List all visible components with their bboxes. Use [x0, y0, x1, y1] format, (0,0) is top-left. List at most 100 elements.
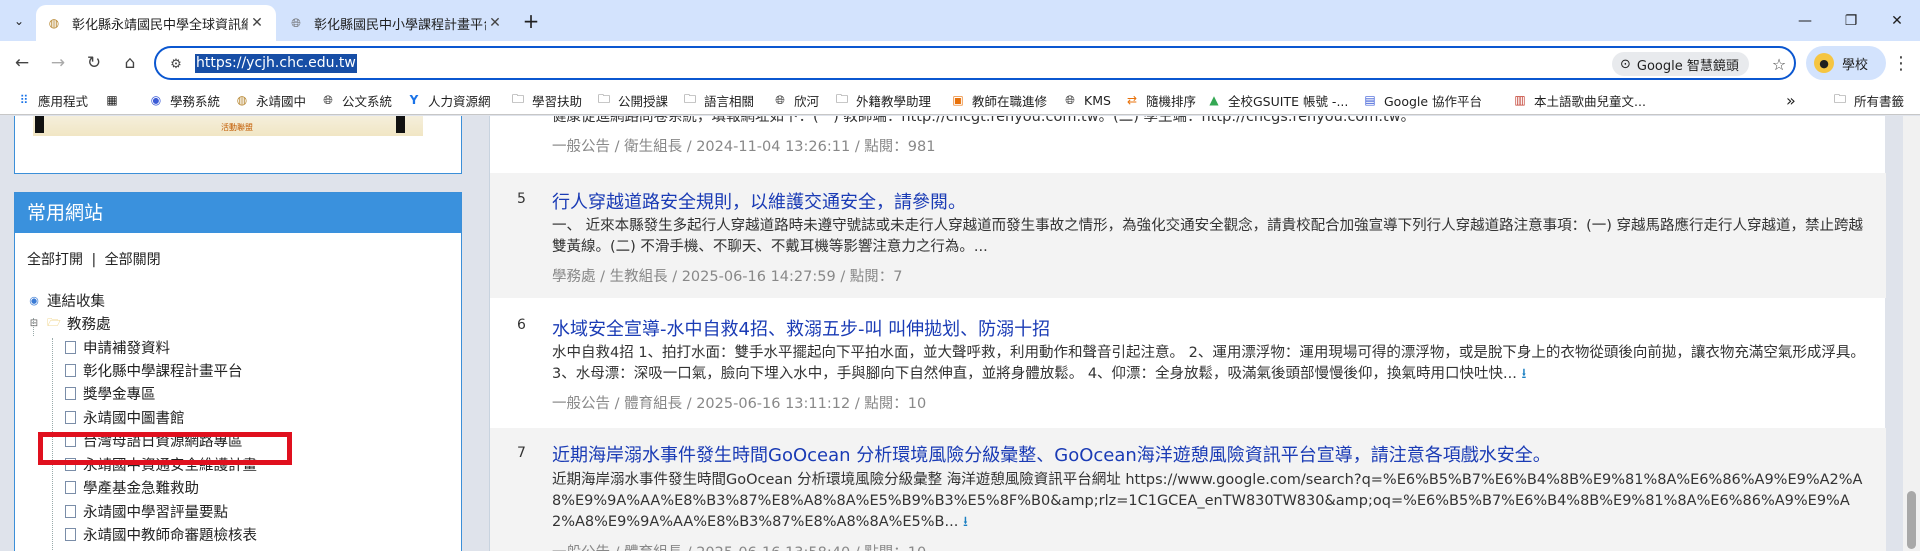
news-title-link[interactable]: 近期海岸溺水事件發生時間GoOcean 分析環境風險分級彙整、GoOcean海洋… [552, 441, 1551, 467]
drive-icon: ▲ [1209, 93, 1219, 107]
minimize-icon: — [1798, 12, 1812, 29]
bookmark-label: 學習扶助 [532, 93, 583, 109]
tab-search-button[interactable]: ⌄ [6, 8, 32, 34]
tab-ycjh[interactable]: ◍ 彰化縣永靖國民中學全球資訊網 ✕ [36, 5, 276, 41]
tree-leaf[interactable]: 永靖國中教師命審題檢核表 [63, 523, 257, 545]
news-number: 6 [517, 317, 526, 333]
news-meta: 一般公告 / 體育組長 / 2025-06-16 13:58:40 / 點閱：1… [552, 541, 926, 551]
browser-menu-button[interactable]: ⋮ [1890, 50, 1912, 76]
page-icon [63, 479, 77, 495]
news-number: 7 [517, 445, 526, 461]
tab-title: 彰化縣國民中小學課程計畫平台 [314, 17, 486, 33]
google-lens-chip[interactable]: ⊙ Google 智慧鏡頭 [1612, 52, 1749, 76]
globe-icon: ◉ [150, 93, 162, 107]
tab-strip: ⌄ ◍ 彰化縣永靖國民中學全球資訊網 ✕ 🌐︎ 彰化縣國民中小學課程計畫平台 ✕… [0, 0, 1920, 41]
bookmark-star-icon[interactable]: ☆ [1768, 53, 1790, 75]
bookmark-apps[interactable]: ⠿ 應用程式 [16, 89, 88, 111]
expand-all-link[interactable]: 全部打開 [27, 252, 83, 268]
google-lens-label: Google 智慧鏡頭 [1636, 58, 1739, 74]
bookmark-item[interactable]: ▣ 教師在職進修 [950, 89, 1047, 111]
tree-node-root[interactable]: ◉ 連結收集 [27, 289, 105, 311]
news-item: 7 近期海岸溺水事件發生時間GoOcean 分析環境風險分級彙整、GoOcean… [490, 428, 1886, 551]
bookmark-grid[interactable]: ▦ [104, 89, 126, 111]
folder-icon: 🗀 [597, 91, 610, 106]
chevron-double-right-icon: » [1786, 90, 1796, 110]
bookmark-item[interactable]: Y 人力資源網 [406, 89, 491, 111]
minimize-button[interactable]: — [1782, 0, 1828, 41]
page-scrollbar[interactable] [1903, 116, 1920, 551]
news-meta: 學務處 / 生教組長 / 2025-06-16 14:27:59 / 點閱：7 [552, 269, 903, 285]
home-button[interactable]: ⌂ [116, 49, 144, 77]
reload-button[interactable]: ↻ [80, 49, 108, 77]
bookmark-label: 永靖國中 [256, 93, 307, 109]
news-title-link[interactable]: 行人穿越道路安全規則，以維護交通安全，請參閱。 [552, 188, 966, 214]
bookmarks-bar: ⠿ 應用程式 ▦ ◉ 學務系統 ◍ 永靖國中 🌐︎ 公文系統 Y 人力資源網 🗀 學習扶助 … [0, 85, 1920, 115]
bookmark-item[interactable]: ▥ 本土語歌曲兒童文... [1512, 89, 1646, 111]
bookmark-label: KMS [1084, 92, 1111, 108]
banner-caption: 活動聯盟 [221, 123, 253, 132]
tree-leaf[interactable]: 獎學金專區 [63, 382, 156, 404]
bookmark-item[interactable]: ◍ 永靖國中 [234, 89, 306, 111]
tree-leaf[interactable]: 彰化縣中學課程計畫平台 [63, 359, 243, 381]
address-bar[interactable]: ⚙︎ https://ycjh.chc.edu.tw ⊙ Google 智慧鏡頭… [154, 46, 1796, 80]
news-summary: 水中自救4招 1、拍打水面：雙手水平擺起向下平拍水面，並大聲呼救，利用動作和聲音… [552, 343, 1870, 385]
arrow-right-icon: → [50, 53, 66, 73]
bookmark-label: 公開授課 [618, 93, 669, 109]
grid-icon: ▦ [106, 93, 118, 107]
bookmark-label: 教師在職進修 [972, 93, 1048, 109]
close-window-button[interactable]: ✕ [1874, 0, 1920, 41]
tree-label: 學產基金急難救助 [83, 480, 199, 497]
page-icon [63, 526, 77, 542]
download-icon[interactable]: ⭳ [1522, 366, 1527, 382]
bookmark-folder[interactable]: 🗀 公開授課 [596, 89, 668, 111]
news-number: 5 [517, 191, 526, 207]
folder-icon: 🗀 [835, 91, 848, 106]
bookmarks-overflow-button[interactable]: » [1786, 89, 1796, 111]
bookmark-item[interactable]: 🌐︎ 欣河 [772, 89, 819, 111]
left-sidebar: 活動聯盟 常用網站 全部打開 | 全部關閉 ◉ 連結收集 ⊟ 🗁 教務處 申請補… [14, 116, 462, 551]
bookmark-item[interactable]: ⇄ 隨機排序 [1124, 89, 1196, 111]
tab-curriculum[interactable]: 🌐︎ 彰化縣國民中小學課程計畫平台 ✕ [278, 5, 514, 41]
restore-button[interactable]: ❐ [1828, 0, 1874, 41]
site-info-icon[interactable]: ⚙︎ [166, 54, 186, 74]
close-tab-icon[interactable]: ✕ [248, 14, 266, 32]
folder-icon: 🗀 [1833, 91, 1846, 106]
reload-icon: ↻ [86, 53, 102, 73]
tree-leaf[interactable]: 學產基金急難救助 [63, 476, 199, 498]
tree-leaf[interactable]: 申請補發資料 [63, 336, 170, 358]
back-button[interactable]: ← [8, 49, 36, 77]
bookmark-label: 隨機排序 [1146, 93, 1197, 109]
bookmark-item[interactable]: ▤ Google 協作平台 [1362, 89, 1482, 111]
panel-title: 常用網站 [15, 193, 461, 233]
bookmark-folder[interactable]: 🗀 外籍教學助理 [834, 89, 931, 111]
bookmark-folder[interactable]: 🗀 學習扶助 [510, 89, 582, 111]
tree-label: 連結收集 [47, 293, 105, 310]
bookmark-item[interactable]: ▲ 全校GSUITE 帳號 -... [1206, 89, 1348, 111]
collapse-all-link[interactable]: 全部關閉 [105, 252, 161, 268]
collapse-toggle-icon[interactable]: ⊟ [27, 315, 41, 331]
tree-leaf[interactable]: 永靖國中學習評量要點 [63, 500, 228, 522]
tree-node-academic[interactable]: ⊟ 🗁 教務處 [27, 312, 111, 334]
news-item: 健康促進網路問卷系統，填報網址如下：(一) 教師端：http://chcgt.r… [490, 116, 1886, 168]
profile-button[interactable]: ● 學校 [1806, 46, 1886, 80]
new-tab-button[interactable]: + [519, 9, 543, 33]
scrollbar-thumb[interactable] [1907, 491, 1916, 549]
news-item: 6 水域安全宣導-水中自救4招、救溺五步-叫 叫伸拋划、防溺十招 水中自救4招 … [490, 300, 1886, 420]
bookmark-label: 學務系統 [170, 93, 221, 109]
close-tab-icon[interactable]: ✕ [486, 14, 504, 32]
bookmark-item[interactable]: 🌐︎ 公文系統 [320, 89, 392, 111]
all-bookmarks-folder[interactable]: 🗀 所有書籤 [1832, 89, 1904, 111]
forward-button[interactable]: → [44, 49, 72, 77]
bookmark-folder[interactable]: 🗀 語言相關 [682, 89, 754, 111]
apps-icon: ⠿ [19, 93, 29, 107]
browser-toolbar: ← → ↻ ⌂ ⚙︎ https://ycjh.chc.edu.tw ⊙ Goo… [0, 41, 1920, 85]
download-icon[interactable]: ⭳ [963, 514, 968, 530]
bookmark-label: 外籍教學助理 [856, 93, 932, 109]
news-title-link[interactable]: 水域安全宣導-水中自救4招、救溺五步-叫 叫伸拋划、防溺十招 [552, 315, 1050, 341]
avatar-icon: ● [1814, 53, 1834, 73]
bookmark-item[interactable]: 🌐︎ KMS [1062, 89, 1111, 111]
bookmark-item[interactable]: ◉ 學務系統 [148, 89, 220, 111]
news-summary-text: 近期海岸溺水事件發生時間GoOcean 分析環境風險分級彙整 海洋遊憩風險資訊平… [552, 472, 1863, 530]
url-text[interactable]: https://ycjh.chc.edu.tw [195, 54, 357, 73]
tree-leaf[interactable]: 永靖國中圖書館 [63, 406, 185, 428]
